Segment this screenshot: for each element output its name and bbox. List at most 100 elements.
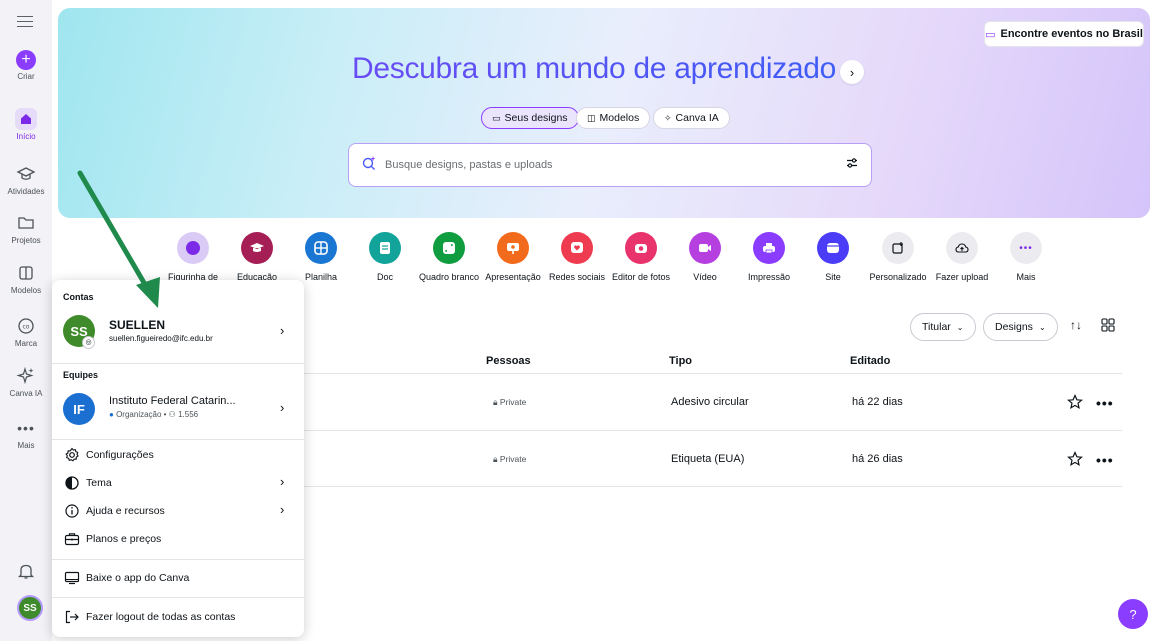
verified-badge-icon: ●: [109, 410, 114, 419]
more-options-icon[interactable]: •••: [1096, 452, 1114, 468]
table-row-1-type: Adesivo circular: [671, 396, 749, 408]
annotation-arrow: [77, 170, 160, 308]
shortcut-label: Impressão: [747, 272, 791, 282]
tab-label: Modelos: [599, 112, 640, 124]
menu-item-settings[interactable]: Configurações: [52, 443, 304, 467]
shortcut-doc[interactable]: Doc: [353, 232, 417, 284]
menu-divider: [52, 363, 304, 364]
search-sparkle-icon: [361, 155, 377, 176]
video-icon: [689, 232, 721, 264]
upload-icon: [946, 232, 978, 264]
graduation-cap-icon: [16, 164, 36, 184]
menu-item-label: Fazer logout de todas as contas: [86, 611, 236, 623]
more-options-icon[interactable]: •••: [1096, 395, 1114, 411]
chevron-right-icon: ›: [280, 474, 285, 489]
shortcut-more[interactable]: ••• Mais: [994, 232, 1058, 284]
shortcut-photo-editor[interactable]: Editor de fotos: [609, 232, 673, 284]
sticker-icon: [177, 232, 209, 264]
team-meta-text: Organização • ⚇ 1.556: [116, 410, 199, 419]
dropdown-label: Designs: [995, 321, 1033, 333]
tab-canva-ai[interactable]: ✧ Canva IA: [653, 107, 730, 129]
rail-more-button[interactable]: ••• Mais: [0, 418, 52, 450]
menu-item-label: Tema: [86, 477, 112, 489]
chevron-right-icon: ›: [280, 502, 285, 517]
table-row-2-type: Etiqueta (EUA): [671, 453, 745, 465]
chevron-down-icon: ⌄: [956, 322, 964, 332]
team-row[interactable]: IF Instituto Federal Catarin... ● Organi…: [52, 388, 304, 430]
rail-label: Projetos: [11, 236, 41, 245]
sparkles-icon: [16, 366, 36, 386]
filter-icon[interactable]: [845, 156, 859, 175]
menu-item-theme[interactable]: Tema ›: [52, 471, 304, 495]
shortcut-label: Quadro branco: [418, 272, 480, 282]
folder-icon: [16, 213, 36, 233]
tab-your-designs[interactable]: ▭ Seus designs: [481, 107, 579, 129]
rail-create-button[interactable]: + Criar: [0, 50, 52, 81]
shortcut-print[interactable]: Impressão: [737, 232, 801, 284]
table-row-1-access: 🔒︎ Private: [493, 397, 526, 408]
brand-icon: co: [16, 316, 36, 336]
shortcut-presentation[interactable]: Apresentação: [481, 232, 545, 284]
team-meta: ● Organização • ⚇ 1.556: [109, 410, 198, 419]
shortcut-custom-size[interactable]: Personalizado: [866, 232, 930, 284]
search-box[interactable]: Busque designs, pastas e uploads: [348, 143, 872, 187]
calendar-icon: ▭: [985, 28, 996, 41]
search-input[interactable]: Busque designs, pastas e uploads: [385, 159, 845, 171]
menu-item-download-app[interactable]: Baixe o app do Canva: [52, 566, 304, 590]
shortcut-spreadsheet[interactable]: Planilha: [289, 232, 353, 284]
shortcut-whiteboard[interactable]: Quadro branco: [417, 232, 481, 284]
type-dropdown[interactable]: Designs ⌄: [983, 313, 1058, 341]
shortcut-video[interactable]: Vídeo: [673, 232, 737, 284]
star-icon[interactable]: [1067, 451, 1083, 467]
star-icon[interactable]: [1067, 394, 1083, 410]
sparkles-icon: ✧: [664, 112, 672, 123]
menu-hamburger-icon[interactable]: [14, 12, 36, 28]
rail-label: Criar: [17, 72, 35, 81]
account-menu: Contas SS ◎ SUELLEN suellen.figueiredo@i…: [52, 280, 304, 637]
menu-item-logout[interactable]: Fazer logout de todas as contas: [52, 605, 304, 629]
rail-projects-button[interactable]: Projetos: [0, 213, 52, 245]
bell-icon[interactable]: [16, 561, 36, 581]
shortcut-sticker[interactable]: Figurinha de: [161, 232, 225, 284]
custom-size-icon: [882, 232, 914, 264]
menu-item-help[interactable]: Ajuda e recursos ›: [52, 499, 304, 523]
profile-avatar-button[interactable]: SS: [17, 595, 43, 621]
rail-templates-button[interactable]: Modelos: [0, 263, 52, 295]
column-header-type[interactable]: Tipo: [669, 355, 692, 367]
shortcut-label: Mais: [1016, 272, 1036, 282]
sort-icon[interactable]: ↑↓: [1067, 318, 1085, 336]
more-dots-icon: •••: [17, 420, 35, 436]
template-icon: [16, 263, 36, 283]
tab-templates[interactable]: ◫ Modelos: [576, 107, 651, 129]
avatar-initials: SS: [23, 602, 37, 614]
more-dots-icon: •••: [1010, 232, 1042, 264]
rail-label: Modelos: [10, 286, 42, 295]
rail-canva-ai-button[interactable]: Canva IA: [0, 366, 52, 398]
column-header-edited[interactable]: Editado: [850, 355, 890, 367]
owner-dropdown[interactable]: Titular ⌄: [910, 313, 976, 341]
menu-item-plans[interactable]: Planos e preços: [52, 527, 304, 551]
rail-brand-button[interactable]: co Marca: [0, 316, 52, 348]
chevron-right-icon: ›: [280, 323, 285, 338]
menu-item-label: Planos e preços: [86, 533, 162, 545]
events-button[interactable]: ▭ Encontre eventos no Brasil: [984, 21, 1144, 47]
rail-home-button[interactable]: Início: [0, 108, 52, 141]
camera-icon: [625, 232, 657, 264]
grid-view-icon[interactable]: [1099, 318, 1117, 336]
chevron-right-icon[interactable]: ›: [840, 60, 864, 84]
camera-icon[interactable]: ◎: [82, 336, 95, 349]
svg-text:co: co: [23, 324, 30, 331]
column-header-people[interactable]: Pessoas: [486, 355, 531, 367]
gear-icon: [64, 447, 80, 463]
shortcut-education[interactable]: Educação: [225, 232, 289, 284]
rail-label: Canva IA: [9, 389, 43, 398]
shortcut-social[interactable]: Redes sociais: [545, 232, 609, 284]
lock-icon: 🔒︎: [493, 454, 498, 464]
help-button[interactable]: ?: [1118, 599, 1148, 629]
tab-label: Canva IA: [675, 112, 719, 124]
rail-activities-button[interactable]: Atividades: [0, 164, 52, 196]
team-avatar: IF: [63, 393, 95, 425]
shortcut-site[interactable]: Site: [801, 232, 865, 284]
shortcut-upload[interactable]: Fazer upload: [930, 232, 994, 284]
account-row[interactable]: SS ◎ SUELLEN suellen.figueiredo@ifc.edu.…: [52, 310, 304, 354]
